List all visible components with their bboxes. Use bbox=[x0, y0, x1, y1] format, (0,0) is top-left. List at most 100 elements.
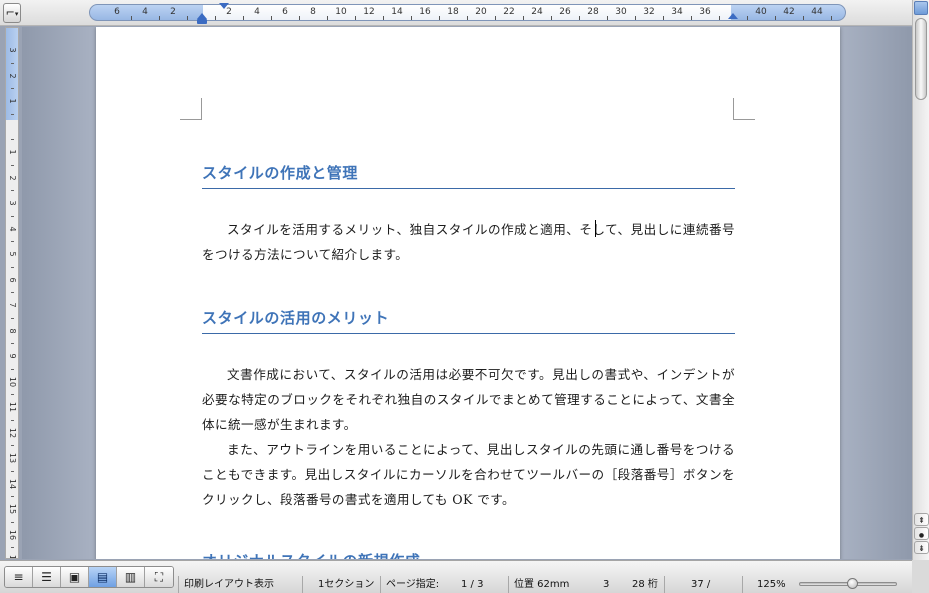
ruler-number: 20 bbox=[475, 7, 487, 17]
crop-mark-right bbox=[733, 98, 755, 120]
status-divider bbox=[742, 576, 743, 593]
vertical-ruler-tick bbox=[11, 215, 14, 217]
paragraph-merits-2[interactable]: また、アウトラインを用いることによって、見出しスタイルの先頭に通し番号をつけるこ… bbox=[202, 437, 735, 512]
outline-view-icon: ☰ bbox=[41, 570, 52, 584]
vertical-ruler-tick bbox=[11, 292, 14, 294]
ruler-tick bbox=[579, 16, 580, 20]
tab-stop-selector[interactable]: ⌐▾ bbox=[3, 3, 21, 23]
ruler-tick bbox=[355, 16, 356, 20]
horizontal-ruler-bar: ⌐▾ 6 4 2 2 4 6 8 10 12 14 16 18 20 22 24 26 28 30 32 34 36 40… bbox=[0, 0, 912, 26]
ruler-number: 14 bbox=[391, 7, 403, 17]
page-up-icon: ⇞ bbox=[918, 516, 925, 525]
ruler-number: 8 bbox=[310, 7, 316, 17]
zoom-value[interactable]: 125% bbox=[757, 576, 786, 593]
position-label: 位置 62mm bbox=[514, 579, 570, 590]
notebook-view-button[interactable]: ▥ bbox=[117, 567, 145, 587]
tab-type-icon: ⌐ bbox=[5, 6, 15, 19]
ruler-tick bbox=[635, 16, 636, 20]
vertical-ruler-tick bbox=[11, 521, 14, 523]
vertical-ruler-tick bbox=[11, 343, 14, 345]
ruler-tick bbox=[551, 16, 552, 20]
browse-object-button[interactable]: ● bbox=[914, 527, 929, 540]
word-count[interactable]: 37 / bbox=[691, 576, 710, 593]
ruler-number: 24 bbox=[531, 7, 543, 17]
vertical-ruler-number: 3 bbox=[8, 200, 17, 206]
left-indent-marker[interactable] bbox=[197, 19, 207, 24]
crop-mark-left bbox=[180, 98, 202, 120]
vertical-ruler-number: 9 bbox=[8, 353, 17, 359]
vertical-ruler-tick bbox=[11, 445, 14, 447]
column-value: 28 桁 bbox=[632, 579, 658, 590]
ruler-tick bbox=[467, 16, 468, 20]
ruler-tick bbox=[383, 16, 384, 20]
ruler-tick bbox=[131, 16, 132, 20]
status-divider bbox=[380, 576, 381, 593]
first-line-indent-marker[interactable] bbox=[219, 3, 229, 9]
browse-dot-icon: ● bbox=[918, 532, 925, 539]
vertical-ruler-tick bbox=[11, 394, 14, 396]
vertical-ruler-tick bbox=[11, 266, 14, 268]
document-workspace: スタイルの作成と管理 スタイルを活用するメリット、独自スタイルの作成と適用、そし… bbox=[22, 27, 912, 559]
vertical-ruler-tick bbox=[11, 88, 14, 90]
ruler-number: 22 bbox=[503, 7, 515, 17]
heading-style-merits[interactable]: スタイルの活用のメリット bbox=[202, 307, 735, 334]
ruler-tick bbox=[299, 16, 300, 20]
vertical-ruler-tick bbox=[11, 241, 14, 243]
ruler-tick bbox=[495, 16, 496, 20]
publishing-view-icon: ▣ bbox=[68, 570, 81, 584]
ruler-number: 28 bbox=[587, 7, 599, 17]
vertical-ruler-number: 1 bbox=[8, 149, 17, 155]
draft-view-button[interactable]: ≡ bbox=[5, 567, 33, 587]
print-layout-view-button[interactable]: ▤ bbox=[89, 567, 117, 587]
ruler-number: 12 bbox=[363, 7, 375, 17]
vertical-ruler-tick bbox=[11, 62, 14, 64]
right-indent-marker[interactable] bbox=[728, 13, 738, 19]
ruler-tick bbox=[803, 16, 804, 20]
vertical-scrollbar[interactable]: ⇞ ● ⇟ bbox=[912, 0, 929, 560]
ruler-number: 16 bbox=[419, 7, 431, 17]
focus-view-button[interactable]: ⛶ bbox=[145, 567, 173, 587]
ruler-tick bbox=[411, 16, 412, 20]
vertical-ruler-number: 14 bbox=[8, 478, 17, 489]
split-window-button[interactable] bbox=[914, 1, 928, 15]
ruler-number: 18 bbox=[447, 7, 459, 17]
vertical-ruler-number: 15 bbox=[8, 503, 17, 515]
ruler-number: 36 bbox=[699, 7, 711, 17]
print-layout-view-icon: ▤ bbox=[96, 570, 109, 584]
ruler-number: 10 bbox=[335, 7, 347, 17]
previous-page-button[interactable]: ⇞ bbox=[914, 513, 929, 526]
next-page-button[interactable]: ⇟ bbox=[914, 541, 929, 554]
heading-style-creation[interactable]: スタイルの作成と管理 bbox=[202, 162, 735, 189]
vertical-ruler-tick bbox=[11, 164, 14, 166]
view-mode-label: 印刷レイアウト表示 bbox=[184, 579, 274, 590]
ruler-number: 40 bbox=[755, 7, 767, 17]
ruler-tick bbox=[187, 16, 188, 20]
paragraph-intro[interactable]: スタイルを活用するメリット、独自スタイルの作成と適用、そして、見出しに連続番号を… bbox=[202, 217, 735, 267]
page-label[interactable]: ページ指定: bbox=[386, 576, 439, 593]
ruler-number: 6 bbox=[114, 7, 120, 17]
focus-view-icon: ⛶ bbox=[154, 570, 164, 584]
outline-view-button[interactable]: ☰ bbox=[33, 567, 61, 587]
vertical-ruler[interactable]: 3211234567891011121314151617 bbox=[5, 27, 19, 559]
page-value[interactable]: 1 / 3 bbox=[461, 576, 483, 593]
ruler-tick bbox=[439, 16, 440, 20]
ruler-number: 6 bbox=[282, 7, 288, 17]
vertical-ruler-tick bbox=[11, 139, 14, 141]
document-page[interactable]: スタイルの作成と管理 スタイルを活用するメリット、独自スタイルの作成と適用、そし… bbox=[96, 27, 840, 559]
vertical-ruler-tick bbox=[11, 496, 14, 498]
status-divider bbox=[664, 576, 665, 593]
heading-new-style[interactable]: オリジナルスタイルの新規作成 bbox=[202, 550, 735, 559]
window-corner bbox=[912, 560, 929, 593]
line-value: 3 bbox=[603, 579, 610, 590]
ruler-number: 26 bbox=[559, 7, 571, 17]
scroll-thumb[interactable] bbox=[915, 18, 927, 100]
publishing-view-button[interactable]: ▣ bbox=[61, 567, 89, 587]
ruler-tick bbox=[775, 16, 776, 20]
zoom-slider-knob[interactable] bbox=[847, 578, 858, 589]
paragraph-merits-1[interactable]: 文書作成において、スタイルの活用は必要不可欠です。見出しの書式や、インデントが必… bbox=[202, 362, 735, 437]
view-mode-buttons: ≡ ☰ ▣ ▤ ▥ ⛶ bbox=[4, 566, 174, 588]
ruler-number: 32 bbox=[643, 7, 655, 17]
notebook-view-icon: ▥ bbox=[124, 570, 137, 584]
vertical-ruler-number: 2 bbox=[8, 174, 17, 181]
vertical-ruler-tick bbox=[11, 547, 14, 549]
